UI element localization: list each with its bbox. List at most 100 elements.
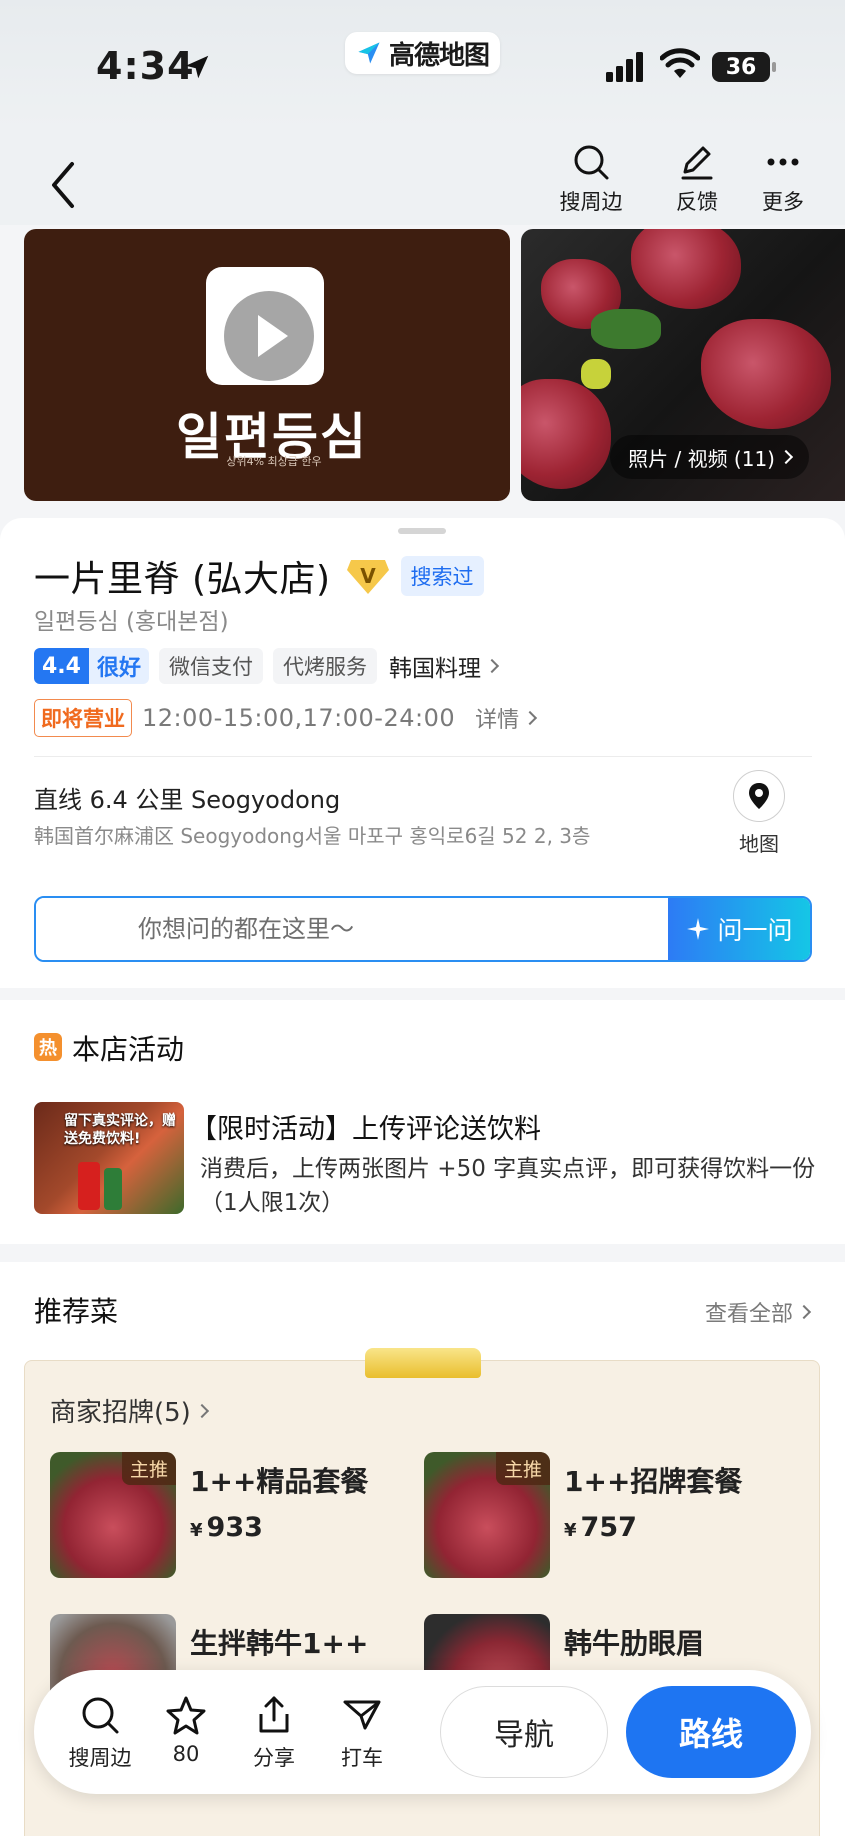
more-button[interactable]: 更多 xyxy=(738,142,828,216)
share-label: 分享 xyxy=(253,1746,295,1770)
favorite-button[interactable]: 80 xyxy=(146,1694,226,1766)
chevron-right-icon xyxy=(194,1403,209,1418)
favorite-count: 80 xyxy=(172,1742,200,1766)
hours-details-link[interactable]: 详情 xyxy=(475,702,538,734)
category-label: 韩国料理 xyxy=(389,656,481,682)
location-pin-icon xyxy=(749,783,769,809)
see-all-label: 查看全部 xyxy=(704,1302,793,1327)
tag-wechat-pay: 微信支付 xyxy=(159,648,263,684)
see-all-link[interactable]: 查看全部 xyxy=(704,1296,812,1328)
dish-name: 韩牛肋眼眉 xyxy=(564,1627,705,1660)
divider xyxy=(34,756,812,757)
bottom-action-bar: 搜周边 80 分享 打车 导航 路线 xyxy=(34,1670,811,1794)
currency-symbol: ¥ xyxy=(564,1520,577,1541)
address-text[interactable]: 韩国首尔麻浦区 Seogyodong서울 마포구 홍익로6길 52 2, 3층 xyxy=(34,820,590,849)
share-button[interactable]: 分享 xyxy=(234,1694,314,1772)
store-activity-section: 热 本店活动 留下真实评论，赠送免费饮料! 【限时活动】上传评论送饮料 消费后，… xyxy=(0,1000,845,1244)
signature-dishes-link[interactable]: 商家招牌(5) xyxy=(50,1392,209,1429)
place-detail-page: 4:34 高德地图 36 搜周边 反馈 更多 일편등심 상위4% 최상급 한우 xyxy=(0,0,845,1836)
title-row: 一片里脊 (弘大店) V 搜索过 xyxy=(34,550,484,602)
category-link[interactable]: 韩国料理 xyxy=(389,649,500,683)
top-nav: 搜周边 反馈 更多 xyxy=(0,130,845,225)
app-pill-label: 高德地图 xyxy=(389,40,490,71)
searched-tag: 搜索过 xyxy=(400,556,484,596)
play-icon[interactable] xyxy=(224,291,314,381)
amap-logo-icon xyxy=(358,42,380,64)
activity-image-caption: 留下真实评论，赠送免费饮料! xyxy=(64,1113,176,1147)
distance-text: 直线 6.4 公里 Seogyodong xyxy=(34,786,341,814)
video-thumbnail[interactable]: 일편등심 상위4% 최상급 한우 xyxy=(24,229,510,501)
video-logo-subtext: 상위4% 최상급 한우 xyxy=(226,455,322,468)
ask-input[interactable] xyxy=(36,898,668,960)
activity-section-title: 本店活动 xyxy=(72,1033,185,1066)
star-icon xyxy=(166,1696,206,1735)
activity-description: 消费后，上传两张图片 +50 字真实点评，即可获得饮料一份（1人限1次） xyxy=(200,1156,816,1216)
place-info-card: 一片里脊 (弘大店) V 搜索过 일편등심 (홍대본점) 4.4 很好 微信支付… xyxy=(0,518,845,988)
svg-text:V: V xyxy=(360,564,376,588)
nearby-search-button[interactable]: 搜周边 xyxy=(546,142,636,216)
rating-badge[interactable]: 4.4 很好 xyxy=(34,648,149,684)
dish-price: ¥933 xyxy=(190,1512,263,1543)
ask-button[interactable]: 问一问 xyxy=(668,898,810,960)
photo-herb xyxy=(591,309,661,349)
more-label: 更多 xyxy=(762,190,804,214)
nearby-search-bottom-label: 搜周边 xyxy=(68,1746,132,1770)
photo-meat-piece xyxy=(701,319,831,429)
details-label: 详情 xyxy=(475,708,520,733)
dish-badge: 主推 xyxy=(495,1452,550,1485)
clip-decoration xyxy=(365,1348,481,1378)
map-label: 地图 xyxy=(739,832,779,856)
rating-score: 4.4 xyxy=(34,648,89,684)
place-local-name: 일편등심 (홍대본점) xyxy=(34,609,229,635)
dish-card[interactable]: 主推 1++精品套餐 ¥933 xyxy=(50,1452,390,1582)
dish-image: 主推 xyxy=(424,1452,550,1578)
photo-count-label: 照片 / 视频 (11) xyxy=(628,446,775,471)
photo-count-button[interactable]: 照片 / 视频 (11) xyxy=(610,435,809,479)
dish-price-value: 933 xyxy=(206,1512,263,1543)
taxi-button[interactable]: 打车 xyxy=(322,1694,402,1772)
recommend-section-title: 推荐菜 xyxy=(34,1295,119,1328)
photo-meat-piece xyxy=(631,229,741,309)
navigate-button[interactable]: 导航 xyxy=(440,1686,608,1778)
route-button[interactable]: 路线 xyxy=(626,1686,796,1778)
hot-icon: 热 xyxy=(34,1033,62,1061)
cola-can xyxy=(78,1162,100,1210)
dish-name: 生拌韩牛1++ xyxy=(190,1627,369,1660)
verified-badge-icon: V xyxy=(346,560,389,594)
battery-cap xyxy=(772,62,776,72)
map-button-circle xyxy=(733,770,785,822)
back-arrow-icon[interactable] xyxy=(48,160,78,210)
wifi-icon xyxy=(660,48,700,78)
taxi-label: 打车 xyxy=(341,1746,383,1770)
dish-name: 1++精品套餐 xyxy=(190,1465,369,1498)
drag-handle[interactable] xyxy=(398,528,446,534)
dish-price: ¥757 xyxy=(564,1512,637,1543)
status-time: 4:34 xyxy=(96,44,195,88)
dish-image: 主推 xyxy=(50,1452,176,1578)
nearby-search-bottom-button[interactable]: 搜周边 xyxy=(60,1694,140,1772)
sparkle-icon xyxy=(687,918,710,940)
feedback-button[interactable]: 反馈 xyxy=(652,142,742,216)
activity-image[interactable]: 留下真实评论，赠送免费饮料! xyxy=(34,1102,184,1214)
open-status-badge: 即将营业 xyxy=(34,699,132,737)
back-to-app-pill[interactable]: 高德地图 xyxy=(345,32,500,74)
hours-row: 即将营业 12:00-15:00,17:00-24:00 详情 xyxy=(34,699,538,737)
chevron-right-icon xyxy=(778,449,794,465)
dish-name: 1++招牌套餐 xyxy=(564,1465,743,1498)
rating-level: 很好 xyxy=(88,648,149,684)
activity-title[interactable]: 【限时活动】上传评论送饮料 xyxy=(190,1107,541,1146)
more-icon xyxy=(767,158,799,166)
dish-card[interactable]: 主推 1++招牌套餐 ¥757 xyxy=(424,1452,764,1582)
feedback-label: 反馈 xyxy=(676,190,718,214)
map-button[interactable]: 地图 xyxy=(733,770,785,857)
ask-button-label: 问一问 xyxy=(717,916,793,945)
chevron-right-icon xyxy=(523,710,538,726)
photo-garnish xyxy=(581,359,611,389)
share-icon xyxy=(259,1696,289,1733)
dish-badge: 主推 xyxy=(121,1452,176,1485)
dish-price-value: 757 xyxy=(580,1512,637,1543)
search-icon xyxy=(82,1697,119,1734)
photo-meat-piece xyxy=(521,379,611,489)
photo-thumbnail[interactable]: 照片 / 视频 (11) xyxy=(521,229,845,501)
chevron-right-icon xyxy=(796,1304,812,1320)
